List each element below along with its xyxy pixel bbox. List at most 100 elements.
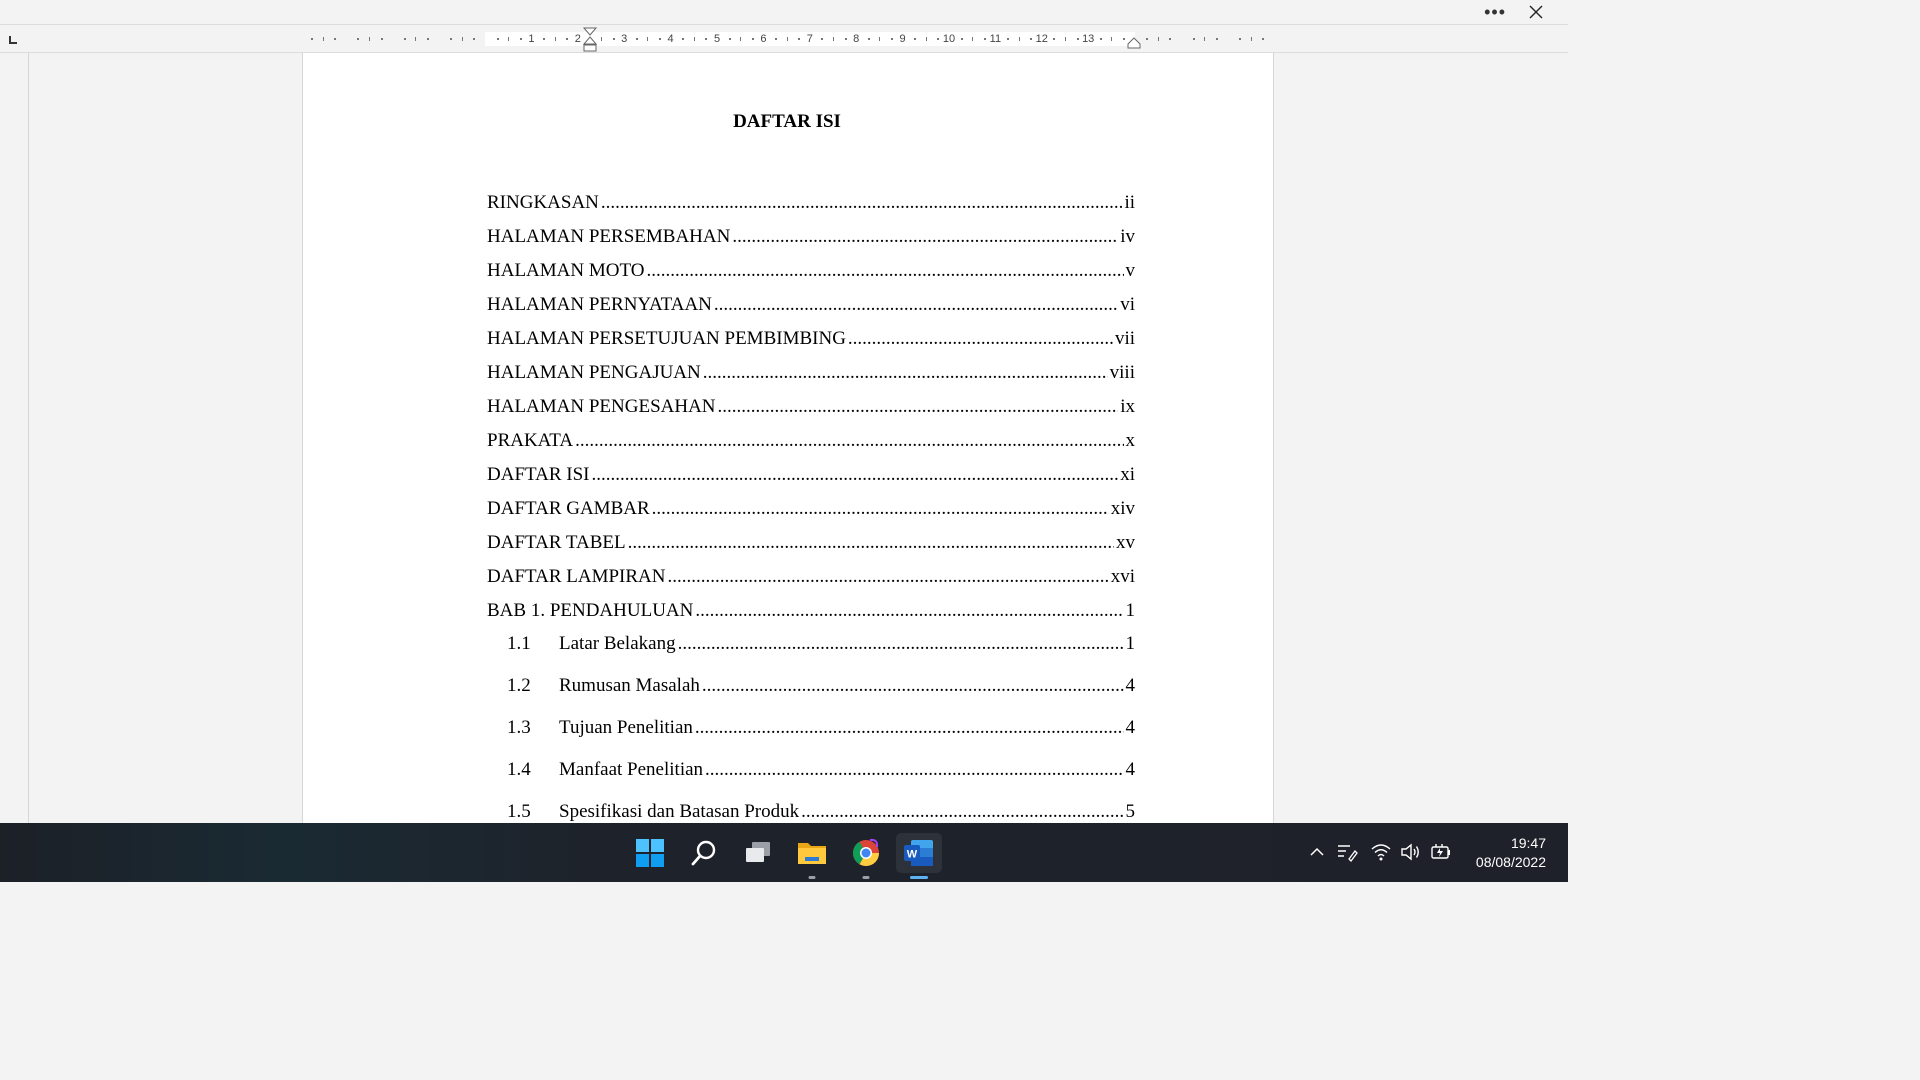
toc-entry-page: viii bbox=[1109, 362, 1135, 383]
toc-entry[interactable]: HALAMAN PERSEMBAHAN iv bbox=[487, 226, 1135, 248]
battery-icon[interactable] bbox=[1430, 841, 1452, 863]
running-indicator bbox=[808, 876, 816, 879]
wifi-icon[interactable] bbox=[1370, 841, 1392, 863]
toc-subentry-number: 1.2 bbox=[507, 675, 531, 696]
ruler-quarter-tick bbox=[914, 38, 917, 40]
toc-entry[interactable]: RINGKASAN ii bbox=[487, 192, 1135, 214]
ruler-number: 1 bbox=[528, 33, 535, 45]
ruler-quarter-tick bbox=[519, 38, 522, 40]
ruler-half-tick bbox=[508, 37, 510, 41]
toc-entry[interactable]: DAFTAR TABEL xv bbox=[487, 532, 1135, 554]
ruler-half-tick bbox=[1065, 37, 1066, 41]
ruler-half-tick bbox=[833, 37, 834, 41]
first-line-indent-marker-icon[interactable] bbox=[583, 27, 597, 53]
ruler-half-tick bbox=[786, 37, 788, 41]
volume-icon[interactable] bbox=[1400, 841, 1422, 863]
ruler-number: 5 bbox=[713, 33, 721, 45]
task-view-button[interactable] bbox=[738, 833, 778, 873]
ruler-quarter-tick bbox=[867, 38, 870, 40]
ruler-quarter-tick bbox=[1030, 38, 1033, 40]
toc-entry-page: xv bbox=[1116, 532, 1135, 553]
toc-entry-label: PRAKATA bbox=[487, 430, 574, 451]
toc-entry[interactable]: BAB 1. PENDAHULUAN 1 bbox=[487, 600, 1135, 622]
ruler-quarter-tick bbox=[543, 38, 545, 40]
ruler-bar: 1 2 3 4 5 6 7 8 9 10 11 12 13 bbox=[0, 24, 1568, 53]
more-options-button[interactable]: ••• bbox=[1484, 2, 1506, 23]
ruler-half-tick bbox=[647, 37, 649, 41]
toc-subentry[interactable]: 1.3 Tujuan Penelitian 4 bbox=[507, 717, 1135, 739]
ruler-number: 7 bbox=[806, 33, 813, 45]
toc-entry[interactable]: DAFTAR ISI xi bbox=[487, 464, 1135, 486]
ruler-half-tick bbox=[415, 37, 417, 41]
toc-entry[interactable]: DAFTAR LAMPIRAN xvi bbox=[487, 566, 1135, 588]
toc-subentry-label: Spesifikasi dan Batasan Produk bbox=[559, 801, 800, 822]
toc-subentry-number: 1.4 bbox=[507, 759, 531, 780]
ruler-quarter-tick bbox=[659, 38, 661, 40]
close-button[interactable] bbox=[1526, 0, 1546, 24]
document-page[interactable]: DAFTAR ISI RINGKASAN ii HALAMAN PERSEMBAHA… bbox=[302, 53, 1274, 823]
toc-entry-label: BAB 1. PENDAHULUAN bbox=[487, 600, 694, 621]
ruler-quarter-tick bbox=[798, 38, 801, 40]
file-explorer-button[interactable] bbox=[792, 833, 832, 879]
ruler-number: 10 bbox=[942, 33, 956, 45]
toc-entry[interactable]: HALAMAN MOTO v bbox=[487, 260, 1135, 282]
ruler-quarter-tick bbox=[566, 38, 569, 40]
ruler-quarter-tick bbox=[821, 38, 824, 40]
ruler-half-tick bbox=[1111, 37, 1113, 41]
word-icon: W bbox=[904, 840, 933, 866]
ruler-quarter-tick bbox=[844, 38, 847, 40]
toc-subentry[interactable]: 1.4 Manfaat Penelitian 4 bbox=[507, 759, 1135, 781]
toc-entry-label: HALAMAN PERSETUJUAN PEMBIMBING bbox=[487, 328, 846, 349]
toc-leader-dots bbox=[801, 801, 1123, 823]
toc-entry-label: HALAMAN MOTO bbox=[487, 260, 645, 281]
toc-entry[interactable]: PRAKATA x bbox=[487, 430, 1135, 452]
ruler-quarter-tick bbox=[960, 38, 963, 40]
chrome-button[interactable] bbox=[846, 833, 886, 879]
toc-leader-dots bbox=[678, 633, 1124, 655]
toc-entry-label: HALAMAN PENGESAHAN bbox=[487, 396, 716, 417]
toc-subentry-page: 1 bbox=[1125, 633, 1136, 654]
horizontal-ruler[interactable]: 1 2 3 4 5 6 7 8 9 10 11 12 13 bbox=[299, 32, 1267, 46]
tab-stop-selector-icon[interactable] bbox=[8, 35, 18, 45]
ruler-quarter-tick bbox=[1192, 38, 1195, 40]
toc-subentry-number: 1.5 bbox=[507, 801, 531, 822]
ruler-half-tick bbox=[740, 37, 742, 41]
ruler-quarter-tick bbox=[311, 38, 313, 40]
toc-subentry[interactable]: 1.2 Rumusan Masalah 4 bbox=[507, 675, 1135, 697]
toc-entry[interactable]: HALAMAN PERSETUJUAN PEMBIMBING vii bbox=[487, 328, 1135, 350]
ruler-half-tick bbox=[925, 37, 927, 41]
toc-subentry-label: Manfaat Penelitian bbox=[559, 759, 704, 780]
ruler-quarter-tick bbox=[775, 38, 777, 40]
system-clock[interactable]: 19:47 08/08/2022 bbox=[1476, 834, 1546, 872]
toc-entry-label: HALAMAN PERNYATAAN bbox=[487, 294, 712, 315]
ruler-number: 13 bbox=[1082, 33, 1095, 45]
start-button[interactable] bbox=[630, 833, 670, 873]
right-indent-marker-icon[interactable] bbox=[1127, 37, 1141, 49]
ruler-half-tick bbox=[1250, 37, 1252, 41]
chrome-icon bbox=[852, 838, 880, 867]
search-icon bbox=[691, 840, 716, 866]
toc-entry[interactable]: HALAMAN PENGAJUAN viii bbox=[487, 362, 1135, 384]
ruler-quarter-tick bbox=[1215, 38, 1218, 40]
toc-entry[interactable]: DAFTAR GAMBAR xiv bbox=[487, 498, 1135, 520]
chevron-up-icon[interactable] bbox=[1308, 843, 1326, 861]
search-button[interactable] bbox=[684, 833, 724, 873]
toc-leader-dots bbox=[601, 192, 1123, 214]
ruler-quarter-tick bbox=[612, 38, 615, 40]
ruler-quarter-tick bbox=[496, 38, 499, 40]
toc-leader-dots bbox=[732, 226, 1118, 248]
toc-entry[interactable]: HALAMAN PENGESAHAN ix bbox=[487, 396, 1135, 418]
toc-leader-dots bbox=[695, 717, 1124, 739]
pen-menu-icon[interactable] bbox=[1336, 841, 1358, 863]
ruler-number: 4 bbox=[667, 33, 674, 45]
toc-entry[interactable]: HALAMAN PERNYATAAN vi bbox=[487, 294, 1135, 316]
ruler-quarter-tick bbox=[891, 38, 893, 40]
toc-subentry[interactable]: 1.5 Spesifikasi dan Batasan Produk 5 bbox=[507, 801, 1135, 823]
ruler-number: 2 bbox=[574, 33, 581, 45]
toc-entry-label: DAFTAR TABEL bbox=[487, 532, 626, 553]
toc-entry-page: vii bbox=[1114, 328, 1135, 349]
ruler-quarter-tick bbox=[1076, 38, 1079, 40]
ruler-quarter-tick bbox=[357, 38, 360, 40]
word-button[interactable]: W bbox=[896, 833, 942, 879]
toc-subentry[interactable]: 1.1 Latar Belakang 1 bbox=[507, 633, 1135, 655]
